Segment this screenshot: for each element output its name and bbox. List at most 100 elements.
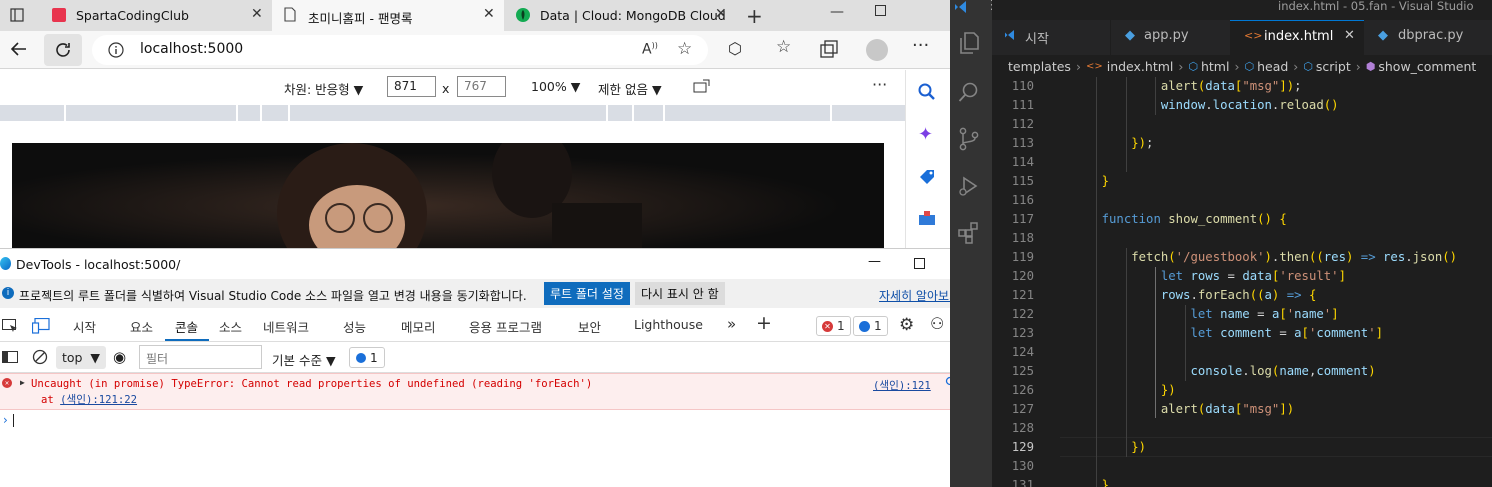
tab-console[interactable]: 콘솔: [175, 317, 198, 336]
tab-memory[interactable]: 메모리: [401, 317, 436, 336]
issues-badge[interactable]: 1: [349, 347, 385, 368]
inspect-element-icon[interactable]: [2, 319, 18, 333]
tab-network[interactable]: 네트워크: [263, 317, 309, 336]
tab-application[interactable]: 응용 프로그램: [469, 317, 542, 336]
tab-performance[interactable]: 성능: [343, 317, 366, 336]
clear-console-icon[interactable]: [32, 349, 48, 365]
new-tab-icon[interactable]: +: [746, 4, 763, 28]
customize-icon[interactable]: ⚇: [930, 314, 944, 333]
line-number: 121: [1011, 288, 1034, 302]
profile-avatar[interactable]: [866, 39, 888, 61]
width-input[interactable]: 871: [387, 76, 436, 97]
vscode-window: ☰ index.html - 05.fan - Visual Studio 시작…: [950, 0, 1492, 487]
info-count-badge[interactable]: 1: [853, 316, 888, 336]
tab-welcome[interactable]: 시작: [73, 317, 96, 336]
browser-tab-guestbook[interactable]: 초미니홈피 - 팬명록 ✕: [272, 0, 504, 31]
filter-input[interactable]: 필터: [139, 345, 262, 369]
close-tab-icon[interactable]: ✕: [483, 6, 495, 22]
copilot-icon[interactable]: ✦: [918, 124, 933, 145]
error-count-badge[interactable]: ✕ 1: [816, 316, 851, 336]
more-menu-icon[interactable]: ···: [912, 35, 929, 56]
devtools-titlebar: DevTools - localhost:5000/ — ✕: [0, 249, 988, 279]
throttle-dropdown[interactable]: 제한 없음 ▼: [598, 79, 662, 98]
minimize-icon[interactable]: —: [830, 4, 844, 20]
url-bar[interactable]: localhost:5000 A)) ☆: [92, 35, 708, 65]
breadcrumb-templates[interactable]: templates: [1008, 59, 1071, 74]
refresh-icon[interactable]: [44, 34, 82, 66]
explorer-icon[interactable]: [958, 31, 980, 55]
infobar-message: 프로젝트의 루트 폴더를 식별하여 Visual Studio Code 소스 …: [19, 289, 527, 303]
search-icon[interactable]: [958, 81, 980, 103]
run-debug-icon[interactable]: [958, 175, 980, 197]
console-input-caret[interactable]: [13, 414, 14, 427]
tab-label: 시작: [1025, 32, 1049, 47]
dimensions-dropdown[interactable]: 차원: 반응형 ▼: [284, 79, 363, 98]
device-toggle-icon[interactable]: [32, 318, 50, 334]
breadcrumb-index[interactable]: index.html: [1107, 59, 1174, 74]
add-favorite-icon[interactable]: ☆: [677, 39, 692, 59]
source-link[interactable]: (색인):121: [873, 378, 931, 393]
sidebar-toggle-icon[interactable]: [2, 351, 18, 363]
more-tabs-icon[interactable]: »: [727, 315, 736, 333]
set-root-folder-button[interactable]: 루트 폴더 설정: [544, 282, 630, 305]
emulation-more-icon[interactable]: ···: [872, 75, 887, 94]
maximize-icon[interactable]: [875, 5, 886, 16]
source-control-icon[interactable]: [958, 127, 980, 151]
times-sign: x: [442, 81, 450, 96]
tab-lighthouse[interactable]: Lighthouse: [634, 317, 703, 332]
tab-actions-icon[interactable]: [10, 8, 24, 22]
url-text: localhost:5000: [140, 41, 244, 57]
line-number: 117: [1011, 212, 1034, 226]
extensions-icon[interactable]: ⬡: [728, 39, 742, 58]
learn-more-link[interactable]: 자세히 알아보기: [879, 287, 960, 304]
shopping-tag-icon[interactable]: [918, 168, 936, 186]
log-level-dropdown[interactable]: 기본 수준 ▼: [272, 350, 336, 369]
editor-tab-dbprac-py[interactable]: ◆ dbprac.py: [1364, 20, 1492, 55]
stack-prefix: at: [41, 394, 61, 406]
browser-tab-sparta[interactable]: SpartaCodingClub ✕: [40, 0, 272, 31]
line-number: 129: [1011, 440, 1034, 454]
breadcrumb-script[interactable]: script: [1316, 59, 1351, 74]
minimize-icon[interactable]: —: [868, 254, 881, 269]
read-aloud-icon[interactable]: A)): [642, 41, 658, 58]
back-icon[interactable]: [10, 40, 28, 58]
breadcrumb-html[interactable]: html: [1201, 59, 1229, 74]
tab-security[interactable]: 보안: [578, 317, 601, 336]
close-tab-icon[interactable]: ✕: [251, 6, 263, 22]
zoom-dropdown[interactable]: 100% ▼: [531, 79, 580, 94]
console-prompt-icon[interactable]: ›: [3, 413, 8, 427]
maximize-icon[interactable]: [914, 258, 925, 269]
dont-show-again-button[interactable]: 다시 표시 안 함: [635, 282, 725, 305]
browser-tab-mongodb[interactable]: Data | Cloud: MongoDB Cloud ✕: [504, 0, 736, 31]
error-icon: ✕: [2, 378, 12, 388]
code-editor[interactable]: 110 alert(data["msg"]); 111 window.locati…: [992, 77, 1492, 487]
search-icon[interactable]: [918, 83, 936, 101]
code-line: }: [1101, 478, 1110, 487]
stack-link[interactable]: (색인):121:22: [60, 394, 137, 406]
close-tab-icon[interactable]: ✕: [1344, 28, 1355, 43]
extensions-icon[interactable]: [958, 222, 980, 244]
context-selector[interactable]: top ▼: [56, 346, 107, 369]
breadcrumb-head[interactable]: head: [1257, 59, 1288, 74]
breadcrumb-function[interactable]: show_comment: [1378, 59, 1476, 74]
live-expression-eye-icon[interactable]: ◉: [113, 348, 126, 366]
info-icon[interactable]: [108, 42, 124, 58]
collections-icon[interactable]: [820, 40, 838, 58]
editor-tab-welcome[interactable]: 시작: [992, 20, 1110, 55]
line-number: 111: [1011, 98, 1034, 112]
tools-icon[interactable]: [918, 210, 936, 226]
editor-tab-index-html[interactable]: <> index.html ✕: [1230, 20, 1364, 55]
height-input[interactable]: 767: [457, 76, 506, 97]
settings-gear-icon[interactable]: ⚙: [899, 315, 914, 335]
close-tab-icon[interactable]: ✕: [715, 6, 727, 22]
tab-sources[interactable]: 소스: [219, 317, 242, 336]
add-tab-icon[interactable]: +: [756, 312, 772, 334]
devtools-tab-bar: 시작 요소 콘솔 소스 네트워크 성능 메모리 응용 프로그램 보안 Light…: [0, 308, 988, 342]
activity-bar: ☰: [950, 0, 1003, 487]
favorites-icon[interactable]: ☆: [776, 37, 791, 57]
rotate-icon[interactable]: [693, 79, 711, 94]
editor-tab-app-py[interactable]: ◆ app.py: [1110, 20, 1230, 55]
expand-arrow-icon[interactable]: ▶: [20, 378, 25, 387]
python-file-icon: ◆: [1378, 28, 1388, 43]
tab-elements[interactable]: 요소: [130, 317, 153, 336]
